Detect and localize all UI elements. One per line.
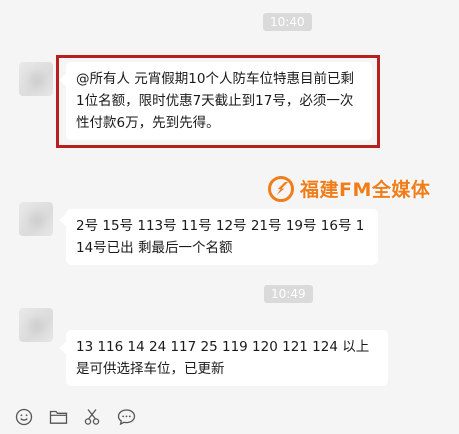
avatar[interactable] xyxy=(19,308,53,342)
lightning-logo-icon xyxy=(268,175,294,202)
message-bubble[interactable]: 2号 15号 113号 11号 12号 21号 19号 16号 114号已出 剩… xyxy=(66,209,378,265)
timestamp: 10:40 xyxy=(263,13,312,31)
emoji-icon[interactable] xyxy=(14,407,34,427)
folder-icon[interactable] xyxy=(48,407,68,427)
timestamp: 10:49 xyxy=(264,285,313,303)
chat-bubble-icon[interactable] xyxy=(116,407,136,427)
input-toolbar xyxy=(0,400,459,434)
message-text: 2号 15号 113号 11号 12号 21号 19号 16号 114号已出 剩… xyxy=(76,218,365,256)
message-text: 13 116 14 24 117 25 119 120 121 124 以上是可… xyxy=(76,339,370,377)
avatar[interactable] xyxy=(19,62,53,96)
watermark-logo: 福建FM全媒体 xyxy=(268,175,430,202)
bubble-arrow xyxy=(59,214,66,226)
bubble-arrow xyxy=(59,342,66,354)
message-bubble[interactable]: 13 116 14 24 117 25 119 120 121 124 以上是可… xyxy=(66,330,388,386)
scissors-icon[interactable] xyxy=(82,407,102,427)
watermark-text: 福建FM全媒体 xyxy=(300,179,431,201)
avatar[interactable] xyxy=(19,202,53,236)
highlight-box xyxy=(56,55,380,148)
